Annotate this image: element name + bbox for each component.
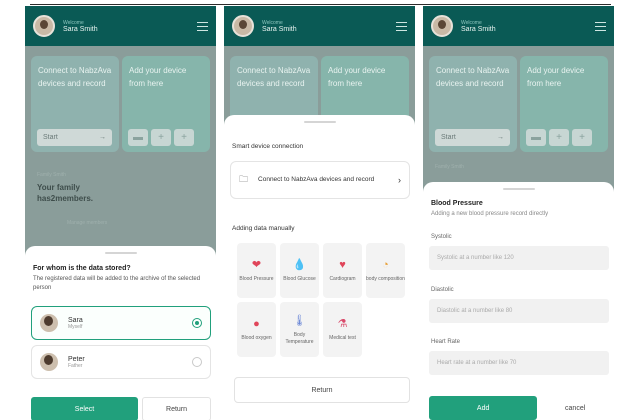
add-device-text: Add your device from here (129, 66, 187, 88)
tile-blood-oxygen[interactable]: ● Blood oxygen (237, 302, 276, 357)
thermometer-icon: 🌡 (292, 314, 307, 327)
plus-icon[interactable]: + (572, 129, 592, 146)
user-name: Sara Smith (262, 25, 297, 33)
sheet-title: For whom is the data stored? (33, 265, 131, 272)
connect-device-card[interactable]: Connect to NabzAva devices and record St… (31, 56, 119, 152)
start-button[interactable]: Start → (37, 129, 112, 146)
phone-screen-blood-pressure: Welcome Sara Smith Connect to NabzAva de… (423, 6, 614, 420)
arrow-right-icon: → (497, 134, 504, 141)
start-button[interactable]: Start → (435, 129, 510, 146)
manual-data-grid: ❤ Blood Pressure 💧 Blood Glucose ♥ Cardiogram… (237, 243, 407, 357)
tile-body-temperature[interactable]: 🌡 Body Temperature (280, 302, 319, 357)
tile-medical-test[interactable]: ⚗ Medical test (323, 302, 362, 357)
plus-icon[interactable]: + (549, 129, 569, 146)
add-device-card[interactable]: Add your device from here ▬ + + (520, 56, 608, 152)
phone-screen-add-data: Welcome Sara Smith Connect to NabzAva de… (224, 6, 415, 420)
add-device-text: Add your device from here (527, 66, 585, 88)
connect-devices-text: Connect to NabzAva devices and record (258, 176, 375, 183)
connect-device-card[interactable]: Connect to NabzAva devices and record St… (429, 56, 517, 152)
manage-members-link[interactable]: Manage members (67, 220, 107, 226)
person-name: Peter (68, 355, 85, 363)
app-header: Welcome Sara Smith (224, 6, 415, 46)
app-header: Welcome Sara Smith (423, 6, 614, 46)
diastolic-input[interactable]: Diastolic at a number like 80 (429, 299, 609, 323)
menu-icon[interactable] (197, 21, 208, 31)
avatar[interactable] (33, 15, 55, 37)
drop-icon: 💧 (292, 259, 307, 271)
tile-blood-pressure[interactable]: ❤ Blood Pressure (237, 243, 276, 298)
person-option-peter[interactable]: Peter Father (31, 345, 211, 379)
arrow-right-icon: → (99, 134, 106, 141)
connect-devices-row[interactable]: 🗀 Connect to NabzAva devices and record … (230, 161, 410, 199)
family-label: Family Smith (37, 172, 66, 178)
tile-blood-glucose[interactable]: 💧 Blood Glucose (280, 243, 319, 298)
tile-label: Cardiogram (329, 276, 356, 282)
flask-icon: ⚗ (337, 318, 348, 330)
heart-drop-icon: ❤ (251, 259, 262, 271)
sheet-handle[interactable] (104, 252, 137, 254)
plus-icon[interactable]: + (151, 129, 171, 146)
tile-body-composition[interactable]: ◔ body composition (366, 243, 405, 298)
family-title: Your family has2members. (37, 183, 94, 203)
tile-cardiogram[interactable]: ♥ Cardiogram (323, 243, 362, 298)
sheet-title: Blood Pressure (431, 200, 483, 207)
oxygen-drop-icon: ● (253, 318, 260, 330)
add-device-card[interactable]: Add your device from here ▬ + + (122, 56, 210, 152)
heart-rate-label: Heart Rate (431, 339, 461, 345)
user-name: Sara Smith (63, 25, 98, 33)
return-button[interactable]: Return (142, 397, 211, 420)
gauge-icon: ◔ (382, 259, 389, 271)
diastolic-label: Diastolic (431, 287, 454, 293)
family-label: Family Smith (435, 164, 464, 170)
sheet-handle[interactable] (502, 188, 535, 190)
connect-card-text: Connect to NabzAva devices and record (38, 66, 112, 88)
systolic-label: Systolic (431, 234, 452, 240)
avatar (40, 314, 58, 332)
phone-screen-select-person: Welcome Sara Smith Connect to NabzAva de… (25, 6, 216, 420)
avatar[interactable] (431, 15, 453, 37)
sheet-handle[interactable] (303, 121, 336, 123)
avatar (40, 353, 58, 371)
device-icon[interactable]: ▬ (526, 129, 546, 146)
bottom-sheet: Blood Pressure Adding a new blood pressu… (423, 182, 614, 420)
section-title-smart: Smart device connection (232, 143, 304, 150)
menu-icon[interactable] (595, 21, 606, 31)
plus-icon[interactable]: + (174, 129, 194, 146)
user-name: Sara Smith (461, 25, 496, 33)
chevron-right-icon: › (398, 175, 401, 185)
bottom-sheet: For whom is the data stored? The registe… (25, 246, 216, 420)
tile-label: Blood oxygen (241, 335, 272, 341)
person-relation: Myself (68, 323, 83, 330)
app-header: Welcome Sara Smith (25, 6, 216, 46)
bottom-sheet: Smart device connection 🗀 Connect to Nab… (224, 115, 415, 420)
heart-pulse-icon: ♥ (339, 259, 346, 271)
heart-rate-input[interactable]: Heart rate at a number like 70 (429, 351, 609, 375)
radio-unselected-icon[interactable] (192, 357, 202, 367)
connect-card-text: Connect to NabzAva devices and record (436, 66, 510, 88)
menu-icon[interactable] (396, 21, 407, 31)
tile-label: Body Temperature (285, 331, 314, 345)
add-button[interactable]: Add (429, 396, 538, 420)
section-title-manual: Adding data manually (232, 225, 295, 232)
top-divider (30, 4, 611, 5)
person-option-sara[interactable]: Sara Myself (31, 306, 211, 340)
return-button[interactable]: Return (234, 377, 410, 403)
add-device-text: Add your device from here (328, 66, 386, 88)
person-relation: Father (68, 362, 83, 369)
systolic-input[interactable]: Systolic at a number like 120 (429, 246, 609, 270)
cancel-button[interactable]: cancel (541, 396, 609, 420)
select-button[interactable]: Select (31, 397, 139, 420)
sheet-subtitle: Adding a new blood pressure record direc… (431, 211, 549, 217)
tile-label: Medical test (329, 335, 356, 341)
tile-label: Blood Pressure (239, 276, 274, 282)
device-icon[interactable]: ▬ (128, 129, 148, 146)
radio-selected-icon[interactable] (192, 318, 202, 328)
avatar[interactable] (232, 15, 254, 37)
sheet-description: The registered data will be added to the… (33, 276, 201, 291)
connect-card-text: Connect to NabzAva devices and record (237, 66, 311, 88)
person-name: Sara (68, 316, 83, 324)
tile-label: body composition (366, 276, 405, 282)
folder-icon: 🗀 (239, 174, 249, 184)
tile-label: Blood Glucose (283, 276, 316, 282)
